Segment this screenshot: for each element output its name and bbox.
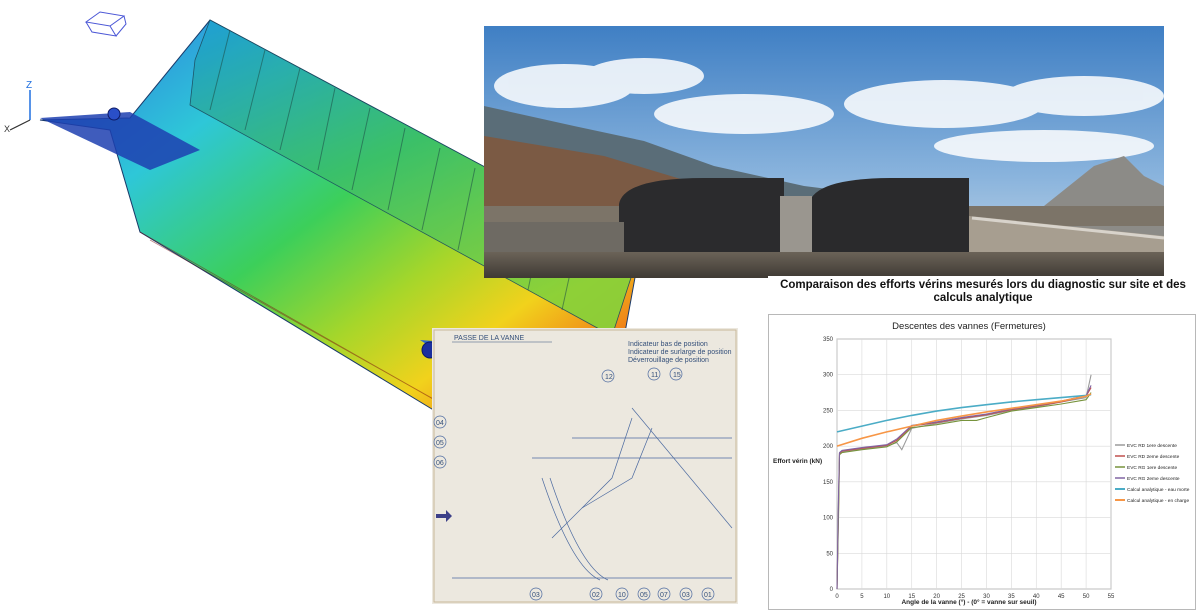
svg-text:X: X [4,124,10,134]
y-tick-label: 250 [823,408,834,414]
legend-label-4: EVC RG 2eme descente [1127,476,1180,482]
x-tick-label: 5 [860,594,864,600]
bottom-bubble-5: 07 [660,592,668,599]
legend-label-6: Calcul analytique - en charge [1127,498,1189,504]
technical-drawing-scan: PASSE DE LA VANNE Indicateur bas de posi… [432,328,738,604]
x-tick-label: 20 [933,594,940,600]
drawing-note-3: Déverrouillage de position [628,357,709,364]
chart-legend: EVC RD 1ere descente EVC RD 2eme descente… [1115,443,1190,504]
bottom-bubble-2: 02 [592,592,600,599]
x-tick-label: 30 [983,594,990,600]
y-tick-label: 300 [823,373,834,379]
chart-panel: Descentes des vannes (Fermetures) Effort… [768,314,1196,610]
chart-grid: 0 5 10 15 20 25 30 35 40 45 50 55 0 50 100 150 200 250 300… [823,337,1115,600]
drawing-note-1: Indicateur bas de position [628,341,708,348]
bottom-bubble-1: 03 [532,592,540,599]
y-tick-label: 0 [830,587,834,593]
drawing-title: PASSE DE LA VANNE [454,335,524,342]
x-tick-label: 15 [908,594,915,600]
chart-title: Descentes des vannes (Fermetures) [892,321,1046,332]
y-tick-label: 50 [826,551,833,557]
y-tick-label: 350 [823,337,834,343]
chart-header: Comparaison des efforts vérins mesurés l… [768,276,1198,312]
x-axis-label: Angle de la vanne (°) - (0° = vanne sur … [901,598,1036,606]
legend-label-3: EVC RG 1ere descente [1127,465,1177,471]
x-tick-label: 55 [1108,594,1115,600]
drawing-note-2: Indicateur de surlarge de position [628,349,732,356]
y-tick-label: 150 [823,480,834,486]
x-tick-label: 45 [1058,594,1065,600]
y-tick-label: 200 [823,444,834,450]
bubble-15: 15 [673,372,681,379]
bottom-bubble-7: 01 [704,592,712,599]
axis-triad-icon: Z X [4,80,32,134]
plot-area [836,338,1112,590]
x-tick-label: 0 [835,594,839,600]
bottom-bubble-4: 05 [640,592,648,599]
dam-site-photo [484,26,1164,278]
bottom-bubble-3: 10 [618,592,626,599]
x-tick-label: 10 [883,594,890,600]
legend-label-2: EVC RD 2eme descente [1127,454,1180,460]
chart-header-title: Comparaison des efforts vérins mesurés l… [780,279,1186,304]
x-tick-label: 25 [958,594,965,600]
row-label-04: 04 [436,420,444,427]
bubble-11: 11 [651,372,658,379]
bottom-bubble-6: 03 [682,592,690,599]
legend-label-1: EVC RD 1ere descente [1127,443,1177,449]
y-tick-label: 100 [823,516,834,522]
view-cube-icon [84,11,127,37]
y-axis-label: Effort vérin (kN) [773,458,822,465]
x-tick-label: 40 [1033,594,1040,600]
row-label-06: 06 [436,460,444,467]
legend-label-5: Calcul analytique - eau morte [1127,487,1190,493]
row-label-05: 05 [436,440,444,447]
svg-text:Z: Z [26,80,32,91]
x-tick-label: 50 [1083,594,1090,600]
bubble-12: 12 [605,374,613,381]
x-tick-label: 35 [1008,594,1015,600]
line-chart: Descentes des vannes (Fermetures) Effort… [773,321,1190,606]
